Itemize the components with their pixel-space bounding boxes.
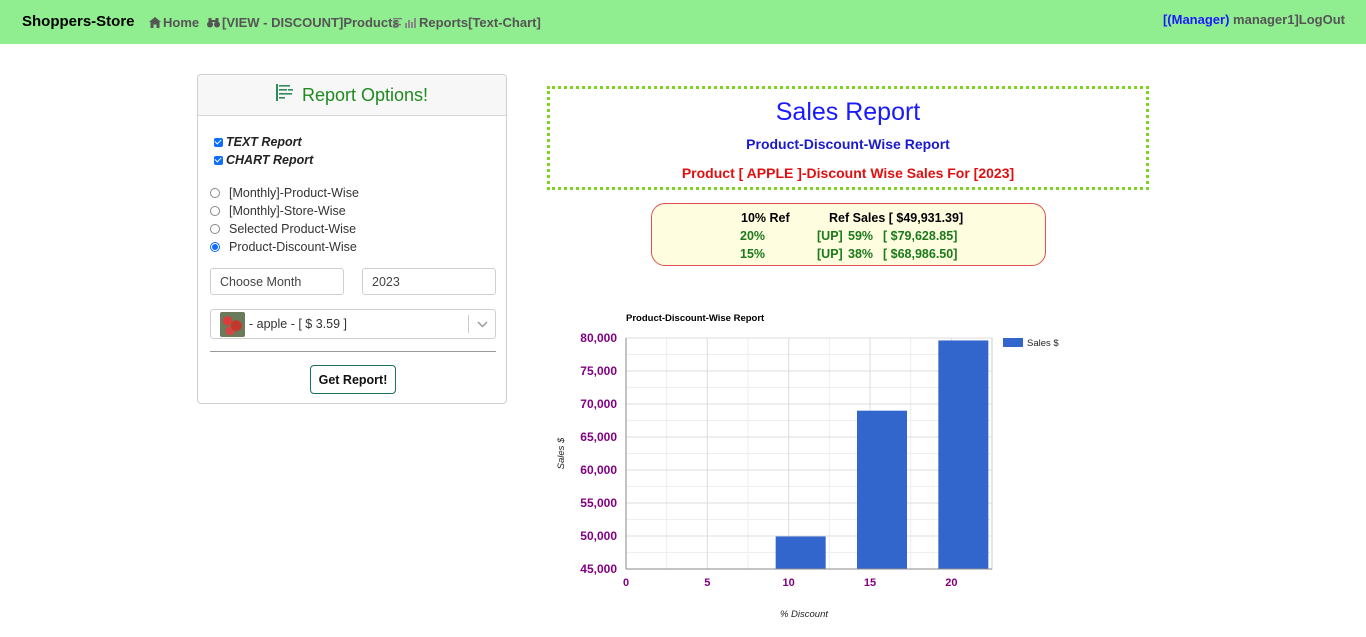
radio-button[interactable] — [210, 188, 220, 198]
brand-logo[interactable]: Shoppers-Store — [22, 13, 135, 30]
chart-bar — [938, 340, 989, 569]
nav-discount-products-link[interactable]: [VIEW - DISCOUNT]Products — [207, 15, 400, 30]
radio-label: [Monthly]-Store-Wise — [229, 204, 346, 218]
radio-label: Selected Product-Wise — [229, 222, 357, 236]
ref-row-sales: [ $79,628.85] — [883, 229, 958, 243]
chart-bar — [775, 536, 826, 569]
ref-row-change: 38% — [848, 247, 874, 261]
ref-row-pct: 20% — [740, 229, 766, 243]
month-input[interactable]: Choose Month — [210, 268, 344, 295]
report-header-box: Sales Report Product-Discount-Wise Repor… — [547, 86, 1149, 190]
panel-title: Report Options! — [301, 84, 429, 105]
radio-button[interactable] — [210, 224, 220, 234]
text-report-checkbox[interactable] — [214, 137, 223, 147]
nav-home-link[interactable]: Home — [149, 15, 199, 30]
y-tick-label: 45,000 — [580, 562, 617, 576]
ref-row-change: 59% — [848, 229, 874, 243]
apple-product-thumbnail — [220, 311, 245, 337]
sales-bar-chart: 45,000 50,000 55,000 60,000 65,000 70,000 75,0… — [548, 300, 1108, 630]
ref-row-trend: [UP] — [817, 247, 843, 261]
radio-selected-product[interactable]: Selected Product-Wise — [210, 222, 356, 236]
ref-sales-header: Ref Sales [ $49,931.39] — [829, 211, 964, 225]
radio-product-discount[interactable]: Product-Discount-Wise — [210, 240, 357, 254]
ref-row-pct: 15% — [740, 247, 766, 261]
report-options-panel: Report Options! TEXT Report CHART Report… — [197, 74, 507, 404]
chart-title: Product-Discount-Wise Report — [626, 313, 765, 324]
x-tick-label: 5 — [704, 577, 710, 589]
y-axis-label: Sales $ — [556, 437, 567, 469]
y-tick-label: 55,000 — [580, 496, 617, 510]
text-report-checkbox-row[interactable]: TEXT Report — [214, 135, 302, 149]
x-tick-label: 15 — [864, 577, 876, 589]
divider — [210, 351, 496, 352]
y-tick-label: 60,000 — [580, 463, 617, 477]
ref-row-sales: [ $68,986.50] — [883, 247, 958, 261]
radio-button[interactable] — [210, 206, 220, 216]
chart-bar — [857, 410, 907, 569]
nav-home-label: Home — [163, 15, 200, 30]
legend-label: Sales $ — [1027, 338, 1059, 349]
x-tick-label: 10 — [783, 577, 795, 589]
y-tick-label: 65,000 — [580, 430, 617, 444]
binoculars-icon — [207, 17, 220, 28]
navbar: Shoppers-Store Home [VIEW - DISCOUNT]Pro… — [0, 0, 1366, 44]
report-product-line: Product [ APPLE ]-Discount Wise Sales Fo… — [681, 165, 1015, 181]
report-subtitle: Product-Discount-Wise Report — [746, 136, 950, 152]
user-menu: [(Manager) manager1]LogOut — [1163, 12, 1345, 27]
report-list-icon — [275, 84, 294, 106]
y-tick-label: 50,000 — [580, 529, 617, 543]
radio-monthly-product[interactable]: [Monthly]-Product-Wise — [210, 186, 359, 200]
radio-monthly-store[interactable]: [Monthly]-Store-Wise — [210, 204, 346, 218]
text-report-label: TEXT Report — [226, 135, 302, 149]
chart-report-label: CHART Report — [226, 153, 314, 167]
radio-label: [Monthly]-Product-Wise — [229, 186, 359, 200]
product-select-value: - apple - [ $ 3.59 ] — [249, 317, 347, 331]
chart-svg: 45,000 50,000 55,000 60,000 65,000 70,000 75,0… — [556, 313, 1059, 620]
get-report-button[interactable]: Get Report! — [310, 365, 396, 394]
year-input[interactable]: 2023 — [362, 268, 496, 295]
x-tick-label: 20 — [945, 577, 957, 589]
report-title: Sales Report — [775, 98, 921, 126]
product-select[interactable]: - apple - [ $ 3.59 ] — [210, 309, 496, 339]
ref-row-trend: [UP] — [817, 229, 843, 243]
radio-button-selected[interactable] — [210, 242, 220, 252]
x-tick-label: 0 — [623, 577, 629, 589]
chart-report-checkbox[interactable] — [214, 155, 223, 165]
ref-sales-summary: 10% Ref Ref Sales [ $49,931.39] 20% [UP]… — [651, 203, 1046, 266]
nav-reports-label: Reports[Text-Chart] — [419, 15, 541, 30]
radio-label: Product-Discount-Wise — [229, 240, 357, 254]
logout-link[interactable]: LogOut — [1299, 12, 1345, 27]
report-chart-icon — [393, 17, 417, 28]
chart-report-checkbox-row[interactable]: CHART Report — [214, 153, 313, 167]
home-icon — [149, 17, 161, 28]
chevron-down-icon[interactable] — [469, 320, 495, 328]
nav-reports-link[interactable]: Reports[Text-Chart] — [393, 15, 541, 30]
user-name: manager1] — [1233, 12, 1299, 27]
y-tick-label: 70,000 — [580, 397, 617, 411]
panel-header: Report Options! — [198, 75, 506, 116]
x-axis-label: % Discount — [780, 609, 828, 620]
legend-swatch — [1003, 338, 1023, 347]
ref-pct-header: 10% Ref — [741, 211, 790, 225]
nav-discount-products-label: [VIEW - DISCOUNT]Products — [222, 15, 400, 30]
user-role: [(Manager) — [1162, 12, 1230, 27]
y-tick-label: 75,000 — [580, 364, 617, 378]
y-tick-label: 80,000 — [580, 331, 617, 345]
